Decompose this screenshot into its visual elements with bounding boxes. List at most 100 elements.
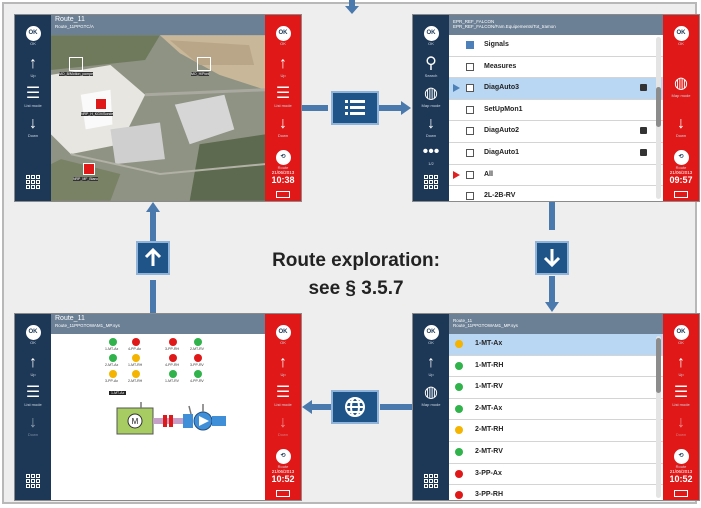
list-item[interactable]: 3-PP-Ax — [449, 464, 663, 486]
list-mode-button[interactable]: ☰ List mode — [15, 384, 51, 407]
list-item[interactable]: All — [449, 165, 663, 187]
checkbox[interactable] — [466, 127, 474, 136]
status-lamp[interactable] — [132, 370, 140, 378]
top-connector-arrow — [345, 6, 359, 14]
grid-menu-icon — [423, 474, 439, 489]
checkbox[interactable] — [466, 105, 474, 114]
status-lamp[interactable] — [169, 370, 177, 378]
apps-button[interactable] — [15, 474, 51, 494]
ok-button[interactable]: OK OK — [265, 21, 301, 46]
apps-button[interactable] — [413, 474, 449, 494]
down-button[interactable]: ↓ Down — [265, 115, 301, 138]
up-button[interactable]: ↑ Up — [663, 354, 699, 377]
status-lamp[interactable] — [194, 354, 202, 362]
list-item[interactable]: SetUpMon1 — [449, 100, 663, 122]
status-lamp[interactable] — [169, 354, 177, 362]
route-button[interactable]: ⟲ Route — [265, 145, 301, 170]
list-item[interactable]: 1-MT-RH — [449, 356, 663, 378]
list-item[interactable]: 3-PP-RH — [449, 485, 663, 500]
list-item[interactable]: 1-MT-RV — [449, 377, 663, 399]
down-button[interactable]: ↓ Down — [265, 414, 301, 437]
checkbox[interactable] — [466, 170, 474, 179]
status-dot — [455, 469, 463, 478]
map-marker-blanc[interactable] — [83, 163, 95, 175]
ok-button-icon: OK — [423, 26, 439, 41]
checkbox[interactable] — [466, 84, 474, 93]
list-mode-button[interactable]: ☰ List mode — [265, 85, 301, 108]
down-button[interactable]: ↓ Down — [15, 414, 51, 437]
list-item[interactable]: 1-MT-Ax — [449, 334, 663, 356]
ok-button[interactable]: OK OK — [265, 320, 301, 345]
right-sidebar: OK OK ◍ Map mode ↓ Down ⟲ Route 21/06/2013 09… — [663, 15, 699, 201]
status-lamp[interactable] — [109, 354, 117, 362]
map-mode-button[interactable]: ◍ Map mode — [413, 85, 449, 108]
checkbox[interactable] — [466, 192, 474, 201]
apps-button[interactable] — [413, 175, 449, 195]
ok-button[interactable]: OK OK — [663, 21, 699, 46]
list-mode-transition-button[interactable] — [331, 91, 379, 125]
list-item[interactable]: 2-MT-Ax — [449, 399, 663, 421]
list-mode-button[interactable]: ☰ List mode — [663, 384, 699, 407]
status-lamp[interactable] — [194, 338, 202, 346]
scrollbar[interactable] — [656, 336, 661, 498]
up-transition-button[interactable] — [136, 241, 170, 275]
list-item[interactable]: 2L-2B-RV — [449, 186, 663, 201]
route-button[interactable]: ⟲ Route — [663, 145, 699, 170]
status-lamp[interactable] — [132, 338, 140, 346]
down-button[interactable]: ↓ Down — [663, 414, 699, 437]
map-mode-transition-button[interactable] — [331, 390, 379, 424]
signal-list: Signals Measures DiagAuto3 SetUpMon1 DiagAut… — [449, 35, 663, 201]
apps-button[interactable] — [15, 175, 51, 195]
status-lamp[interactable] — [194, 370, 202, 378]
down-label: Down — [27, 133, 39, 138]
up-button[interactable]: ↑ Up — [15, 55, 51, 78]
map-area[interactable]: MO_B/Motion_pompe MO_H/Pont NRP_H_KGV/So… — [51, 35, 265, 201]
list-item[interactable]: DiagAuto2 — [449, 121, 663, 143]
status-lamp[interactable] — [109, 370, 117, 378]
route-button[interactable]: ⟲ Route — [265, 444, 301, 469]
down-button[interactable]: ↓ Down — [413, 115, 449, 138]
scrollbar[interactable] — [656, 37, 661, 199]
status-lamp[interactable] — [132, 354, 140, 362]
list-item[interactable]: Measures — [449, 57, 663, 79]
list-mode-button[interactable]: ☰ List mode — [265, 384, 301, 407]
list-item[interactable]: DiagAuto3 — [449, 78, 663, 100]
list-mode-button[interactable]: ☰ List mode — [15, 85, 51, 108]
list-item[interactable]: 2-MT-RV — [449, 442, 663, 464]
ok-button[interactable]: OK OK — [663, 320, 699, 345]
search-button[interactable]: ⚲ Search — [413, 55, 449, 78]
list-item[interactable]: 2-MT-RH — [449, 420, 663, 442]
down-button[interactable]: ↓ Down — [663, 115, 699, 138]
map-marker-sonde[interactable] — [95, 98, 107, 110]
checkbox[interactable] — [466, 62, 474, 71]
status-lamp[interactable] — [169, 338, 177, 346]
status-lamp[interactable] — [109, 338, 117, 346]
arrow-up-icon: ↑ — [29, 55, 37, 72]
down-transition-button[interactable] — [535, 241, 569, 275]
up-button[interactable]: ↑ Up — [15, 354, 51, 377]
list-item[interactable]: DiagAuto1 — [449, 143, 663, 165]
up-button[interactable]: ↑ Up — [413, 354, 449, 377]
motor-pump-drawing: M — [116, 402, 226, 435]
page-title: Route_11 — [55, 16, 85, 23]
list-item[interactable]: Signals — [449, 35, 663, 57]
list-item-label: 1-MT-RH — [475, 361, 504, 369]
checkbox[interactable] — [466, 41, 474, 49]
checkbox[interactable] — [466, 148, 474, 157]
status-dot — [455, 383, 463, 392]
caption-line-2: see § 3.5.7 — [308, 278, 404, 299]
ok-button[interactable]: OK OK — [15, 21, 51, 46]
ok-button[interactable]: OK OK — [413, 21, 449, 46]
map-mode-button[interactable]: ◍ Map mode — [413, 384, 449, 407]
up-button[interactable]: ↑ Up — [265, 55, 301, 78]
ok-button[interactable]: OK OK — [413, 320, 449, 345]
up-button[interactable]: ↑ Up — [265, 354, 301, 377]
ok-button[interactable]: OK OK — [15, 320, 51, 345]
more-label: 1/2 — [428, 161, 434, 166]
map-marker-pump[interactable] — [69, 57, 83, 71]
route-button[interactable]: ⟲ Route — [663, 444, 699, 469]
down-button[interactable]: ↓ Down — [15, 115, 51, 138]
more-button[interactable]: ••• 1/2 — [413, 143, 449, 166]
map-marker-pont[interactable] — [197, 57, 211, 71]
map-mode-button[interactable]: ◍ Map mode — [663, 75, 699, 98]
